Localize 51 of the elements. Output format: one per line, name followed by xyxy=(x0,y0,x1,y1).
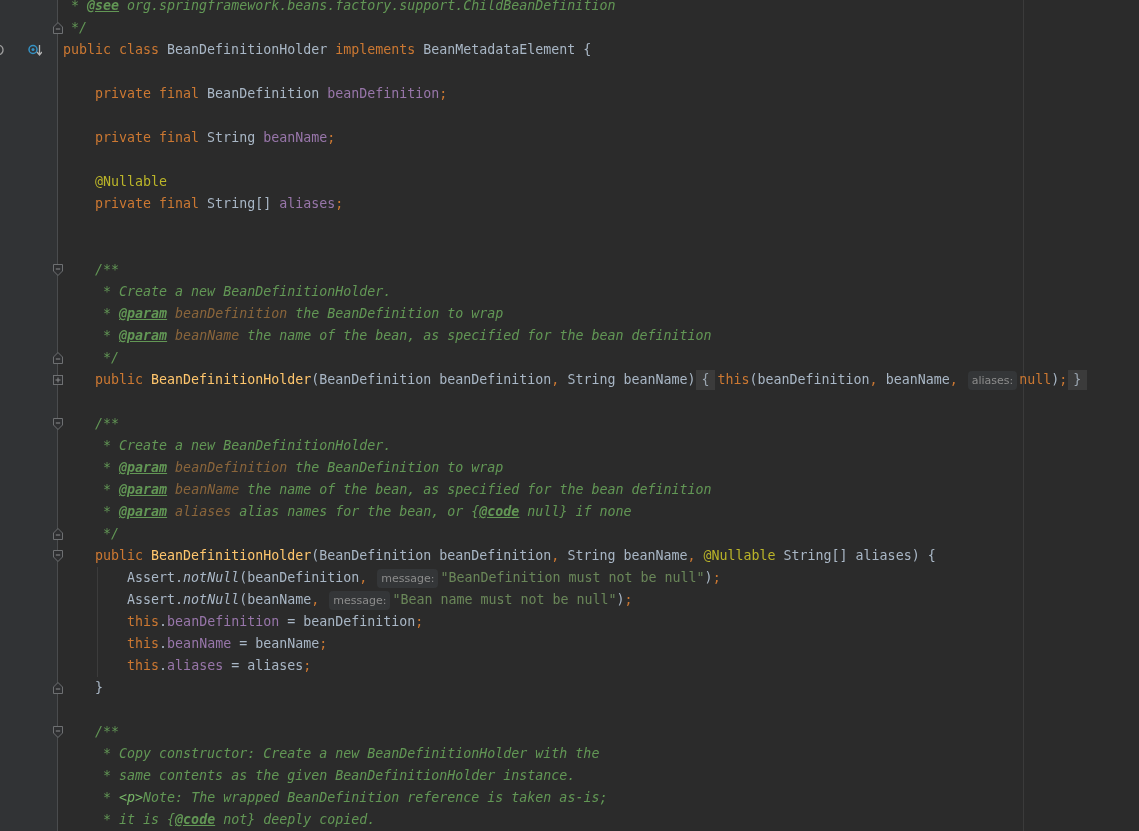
code-line: * @param beanName the name of the bean, as specified for the bean definition xyxy=(103,327,712,345)
code-text: this(beanDefinition, beanName, xyxy=(717,371,958,389)
collapse-icon[interactable] xyxy=(52,682,63,694)
arc-icon xyxy=(0,45,4,55)
code-line: @Nullable xyxy=(95,173,168,191)
code-line: private final String beanName; xyxy=(95,129,336,147)
code-text: "Bean name must not be null"); xyxy=(392,591,633,609)
collapse-icon[interactable] xyxy=(52,528,63,540)
code-text: "BeanDefinition must not be null"); xyxy=(440,569,721,587)
parameter-hint: aliases: xyxy=(967,370,1018,390)
folded-code-brace[interactable]: } xyxy=(1068,370,1088,390)
collapse-icon[interactable] xyxy=(52,22,63,34)
folded-code-brace[interactable]: { xyxy=(696,370,716,390)
code-line: /** xyxy=(95,261,120,279)
code-line: * Copy constructor: Create a new BeanDefinitionHolder with the xyxy=(103,745,600,763)
code-line: * same contents as the given BeanDefinitionHolder instance. xyxy=(103,767,576,785)
circle-down-arrow-icon[interactable] xyxy=(28,44,42,56)
collapse-icon[interactable] xyxy=(52,352,63,364)
code-line: public class BeanDefinitionHolder implements BeanMetadataElement { xyxy=(63,41,592,59)
code-line: * it is {@code not} deeply copied. xyxy=(103,811,376,829)
code-text: Assert.notNull(beanDefinition, xyxy=(127,569,368,587)
collapse-icon[interactable] xyxy=(52,264,63,276)
code-line: */ xyxy=(103,525,120,543)
code-text: public BeanDefinitionHolder(BeanDefinition beanDefinition, String beanName) xyxy=(95,371,696,389)
code-line: * Create a new BeanDefinitionHolder. xyxy=(103,437,392,455)
code-line: * @param beanName the name of the bean, as specified for the bean definition xyxy=(103,481,712,499)
parameter-hint: message: xyxy=(329,590,391,610)
collapse-icon[interactable] xyxy=(52,550,63,562)
code-line: private final BeanDefinition beanDefinition; xyxy=(95,85,448,103)
code-line: this.beanDefinition = beanDefinition; xyxy=(127,613,424,631)
code-line: * @param aliases alias names for the bean, or {@code null} if none xyxy=(103,503,632,521)
code-line: this.aliases = aliases; xyxy=(127,657,312,675)
code-line: * @see org.springframework.beans.factory.support.ChildBeanDefinition xyxy=(71,0,616,15)
code-text: Assert.notNull(beanName, xyxy=(127,591,320,609)
code-line: } xyxy=(95,679,104,697)
code-line: * <p>Note: The wrapped BeanDefinition reference is taken as-is; xyxy=(103,789,608,807)
code-line: /** xyxy=(95,415,120,433)
code-line: */ xyxy=(103,349,120,367)
code-line: */ xyxy=(71,19,88,37)
code-line: this.beanName = beanName; xyxy=(127,635,328,653)
code-line: public BeanDefinitionHolder(BeanDefinition beanDefinition, String beanName, @Nullable String[] aliases) { xyxy=(95,547,936,565)
code-line: * @param beanDefinition the BeanDefinition to wrap xyxy=(103,305,504,323)
code-text: null); xyxy=(1019,371,1068,389)
expand-icon[interactable] xyxy=(52,375,63,385)
code-line: * @param beanDefinition the BeanDefinition to wrap xyxy=(103,459,504,477)
parameter-hint: message: xyxy=(377,568,439,588)
code-line: /** xyxy=(95,723,120,741)
code-line: * Create a new BeanDefinitionHolder. xyxy=(103,283,392,301)
collapse-icon[interactable] xyxy=(52,418,63,430)
code-line: private final String[] aliases; xyxy=(95,195,344,213)
collapse-icon[interactable] xyxy=(52,726,63,738)
